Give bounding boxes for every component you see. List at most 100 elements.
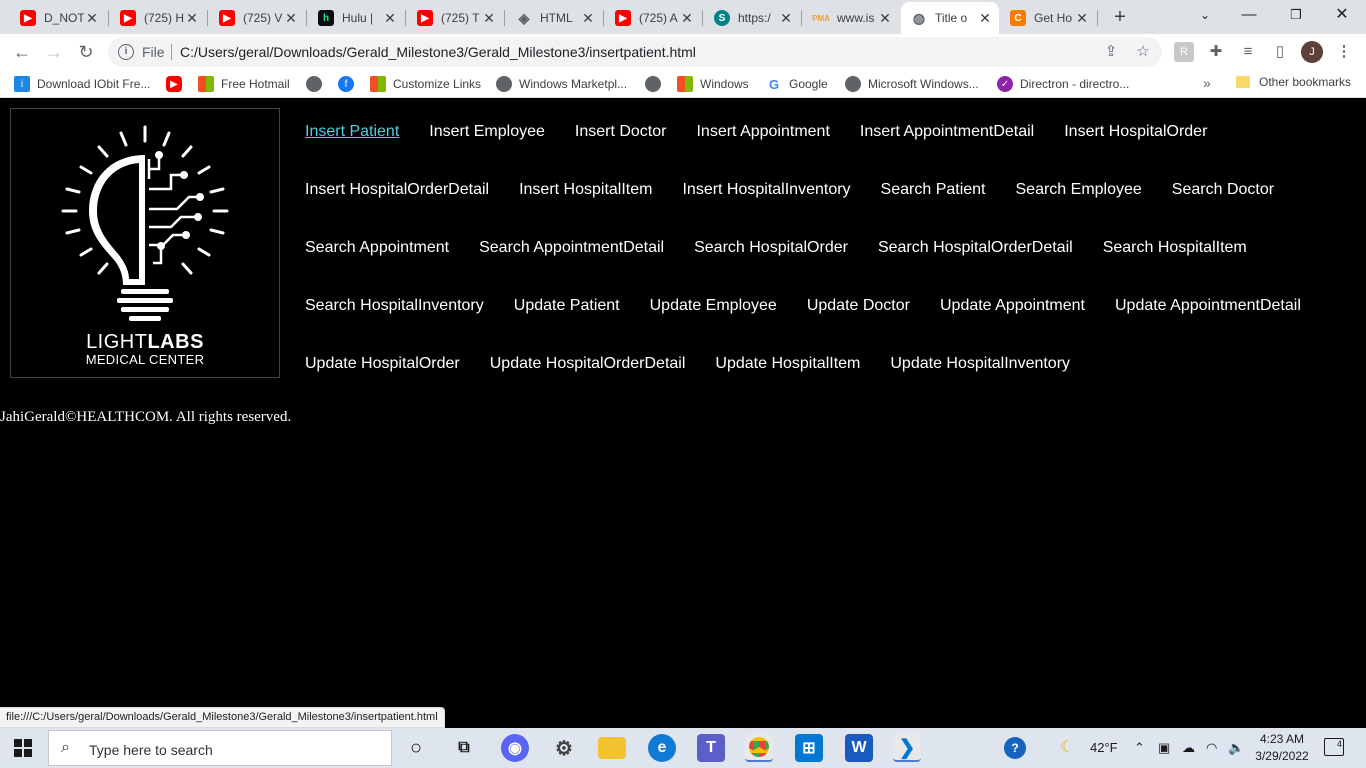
url-text[interactable]: C:/Users/geral/Downloads/Gerald_Mileston… [180, 44, 696, 60]
chrome-icon[interactable] [745, 734, 773, 762]
bookmark-item[interactable]: Windows Marketpl... [496, 75, 627, 93]
nav-link-insert-appointment[interactable]: Insert Appointment [681, 103, 844, 161]
nav-link-insert-appointmentdetail[interactable]: Insert AppointmentDetail [845, 103, 1049, 161]
taskbar-search-box[interactable]: ⌕ Type here to search [48, 730, 392, 766]
bookmark-item[interactable]: i Download IObit Fre... [14, 75, 150, 93]
bookmark-item[interactable]: Windows [677, 75, 749, 93]
nav-link-search-employee[interactable]: Search Employee [1001, 161, 1157, 219]
nav-link-insert-patient[interactable]: Insert Patient [290, 103, 414, 161]
volume-icon[interactable]: 🔈 [1228, 740, 1244, 756]
close-tab-icon[interactable]: ✕ [580, 10, 596, 27]
file-explorer-icon[interactable] [598, 737, 626, 759]
cloud-icon[interactable]: ☁ [1182, 740, 1195, 756]
bookmark-item[interactable]: Microsoft Windows... [845, 75, 979, 93]
forward-button[interactable]: → [42, 40, 66, 64]
close-window-button[interactable]: ✕ [1322, 4, 1362, 26]
browser-tab[interactable]: h Hulu | ✕ [308, 4, 404, 32]
nav-link-update-appointment[interactable]: Update Appointment [925, 277, 1100, 335]
nav-link-update-doctor[interactable]: Update Doctor [792, 277, 925, 335]
bookmark-item[interactable]: ✓ Directron - directro... [997, 75, 1129, 93]
cortana-icon[interactable]: ○ [402, 734, 430, 762]
tab-search-icon[interactable]: ⌄ [1185, 4, 1225, 26]
close-tab-icon[interactable]: ✕ [184, 10, 200, 27]
nav-link-insert-hospitalinventory[interactable]: Insert HospitalInventory [667, 161, 865, 219]
nav-link-update-patient[interactable]: Update Patient [499, 277, 635, 335]
close-tab-icon[interactable]: ✕ [679, 10, 695, 27]
nav-link-update-hospitalorderdetail[interactable]: Update HospitalOrderDetail [475, 335, 701, 393]
minimize-button[interactable]: — [1229, 4, 1269, 26]
close-tab-icon[interactable]: ✕ [977, 10, 993, 27]
close-tab-icon[interactable]: ✕ [283, 10, 299, 27]
vscode-icon[interactable]: ❯ [893, 734, 921, 762]
share-icon[interactable]: ⇪ [1101, 42, 1121, 62]
weather-moon-icon[interactable]: ☾ [1060, 737, 1074, 757]
help-icon[interactable]: ? [1004, 737, 1026, 759]
back-button[interactable]: ← [10, 40, 34, 64]
nav-link-search-patient[interactable]: Search Patient [866, 161, 1001, 219]
other-bookmarks[interactable]: Other bookmarks [1236, 75, 1351, 89]
browser-tab-active[interactable]: ◍ Title o ✕ [901, 2, 999, 34]
windows-start-icon[interactable] [14, 739, 32, 757]
edge-icon[interactable]: e [648, 734, 676, 762]
browser-tab[interactable]: ◈ HTML ✕ [506, 4, 602, 32]
task-view-icon[interactable]: ⧉ [450, 734, 478, 762]
new-tab-button[interactable]: + [1108, 6, 1132, 30]
settings-gear-icon[interactable]: ⚙ [550, 734, 578, 762]
profile-avatar[interactable]: J [1301, 41, 1323, 63]
nav-link-search-hospitalorder[interactable]: Search HospitalOrder [679, 219, 863, 277]
bookmark-star-icon[interactable]: ☆ [1133, 42, 1153, 62]
word-icon[interactable]: W [845, 734, 873, 762]
wifi-icon[interactable]: ◠ [1206, 740, 1217, 756]
media-control-icon[interactable]: ≡ [1238, 42, 1258, 62]
bookmark-item[interactable]: f [338, 75, 361, 93]
side-panel-icon[interactable]: ▯ [1270, 42, 1290, 62]
nav-link-search-doctor[interactable]: Search Doctor [1157, 161, 1289, 219]
nav-link-search-hospitalitem[interactable]: Search HospitalItem [1088, 219, 1262, 277]
teams-icon[interactable]: T [697, 734, 725, 762]
info-icon[interactable]: i [118, 44, 134, 60]
bookmark-item[interactable]: Free Hotmail [198, 75, 290, 93]
close-tab-icon[interactable]: ✕ [84, 10, 100, 27]
restore-button[interactable]: ❐ [1276, 4, 1316, 26]
nav-link-insert-hospitalitem[interactable]: Insert HospitalItem [504, 161, 667, 219]
extension-icon[interactable]: R [1174, 42, 1194, 62]
browser-tab[interactable]: PMA www.is ✕ [803, 4, 899, 32]
browser-tab[interactable]: ▶ (725) V ✕ [209, 4, 305, 32]
browser-tab[interactable]: C Get Ho ✕ [1000, 4, 1096, 32]
browser-tab[interactable]: ▶ (725) T ✕ [407, 4, 503, 32]
close-tab-icon[interactable]: ✕ [382, 10, 398, 27]
nav-link-update-hospitalitem[interactable]: Update HospitalItem [700, 335, 875, 393]
nav-link-search-hospitalinventory[interactable]: Search HospitalInventory [290, 277, 499, 335]
browser-tab[interactable]: ▶ (725) H ✕ [110, 4, 206, 32]
close-tab-icon[interactable]: ✕ [1074, 10, 1090, 27]
nav-link-search-appointment[interactable]: Search Appointment [290, 219, 464, 277]
nav-link-insert-employee[interactable]: Insert Employee [414, 103, 560, 161]
bookmark-item[interactable] [645, 75, 668, 93]
meet-now-icon[interactable]: ▣ [1158, 740, 1170, 756]
browser-tab[interactable]: ▶ (725) A ✕ [605, 4, 701, 32]
bookmark-item[interactable]: G Google [766, 75, 828, 93]
extensions-puzzle-icon[interactable]: ✚ [1206, 42, 1226, 62]
close-tab-icon[interactable]: ✕ [481, 10, 497, 27]
weather-temp[interactable]: 42°F [1090, 740, 1118, 755]
nav-link-insert-hospitalorderdetail[interactable]: Insert HospitalOrderDetail [290, 161, 504, 219]
nav-link-insert-doctor[interactable]: Insert Doctor [560, 103, 682, 161]
address-bar[interactable]: i File C:/Users/geral/Downloads/Gerald_M… [108, 37, 1162, 67]
bookmark-item[interactable] [306, 75, 329, 93]
tray-chevron-icon[interactable]: ⌃ [1134, 740, 1145, 756]
browser-tab[interactable]: ▶ D_NOT ✕ [10, 4, 106, 32]
reload-button[interactable]: ↻ [74, 40, 98, 64]
bookmarks-overflow-button[interactable]: » [1203, 75, 1211, 91]
store-icon[interactable]: ⊞ [795, 734, 823, 762]
nav-link-update-hospitalorder[interactable]: Update HospitalOrder [290, 335, 475, 393]
bookmark-item[interactable]: Customize Links [370, 75, 481, 93]
taskbar-clock[interactable]: 4:23 AM 3/29/2022 [1254, 731, 1310, 765]
bookmark-item[interactable]: ▶ [166, 75, 189, 93]
nav-link-insert-hospitalorder[interactable]: Insert HospitalOrder [1049, 103, 1222, 161]
nav-link-search-hospitalorderdetail[interactable]: Search HospitalOrderDetail [863, 219, 1088, 277]
nav-link-update-employee[interactable]: Update Employee [635, 277, 792, 335]
nav-link-search-appointmentdetail[interactable]: Search AppointmentDetail [464, 219, 679, 277]
nav-link-update-appointmentdetail[interactable]: Update AppointmentDetail [1100, 277, 1316, 335]
discord-icon[interactable]: ◉ [501, 734, 529, 762]
close-tab-icon[interactable]: ✕ [778, 10, 794, 27]
